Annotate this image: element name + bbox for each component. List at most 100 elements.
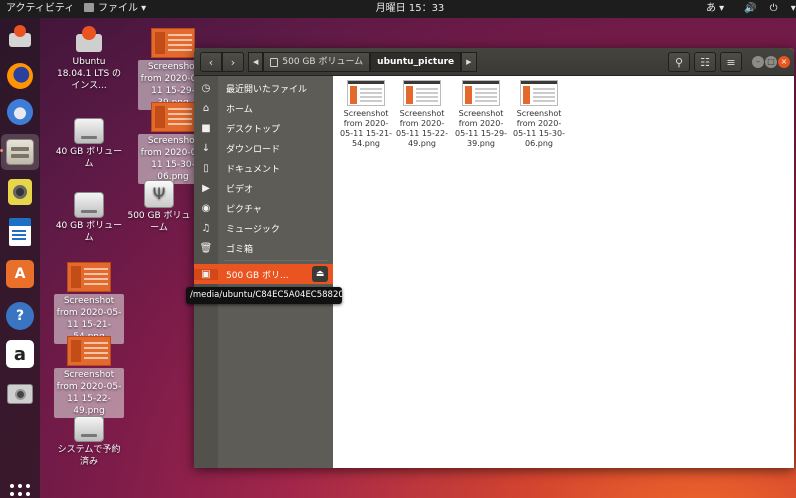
rhythmbox-icon[interactable] bbox=[6, 178, 34, 206]
folder-icon: ■ bbox=[201, 122, 211, 134]
search-icon: ⚲ bbox=[674, 55, 684, 69]
system-menu[interactable]: 🔊 ⏻ ▾ bbox=[744, 0, 796, 18]
back-button[interactable]: ‹ bbox=[200, 52, 222, 72]
drive-icon bbox=[270, 57, 279, 67]
file-item[interactable]: Screenshot from 2020-05-11 15-22-49.png bbox=[395, 80, 449, 149]
file-item[interactable]: Screenshot from 2020-05-11 15-21-54.png bbox=[339, 80, 393, 149]
hamburger-icon: ≡ bbox=[726, 55, 736, 69]
image-file-icon bbox=[151, 28, 195, 58]
image-thumbnail-icon bbox=[403, 80, 441, 106]
home-icon: ⌂ bbox=[202, 102, 210, 114]
desktop-icon-screenshot-1[interactable]: Screenshot from 2020-05-11 15-21-54.png bbox=[54, 262, 124, 344]
sidebar-item-label: デスクトップ bbox=[226, 124, 281, 135]
amazon-icon[interactable]: a bbox=[6, 340, 34, 368]
minimize-button[interactable]: – bbox=[752, 56, 764, 68]
clock[interactable]: 月曜日 15：33 bbox=[360, 0, 460, 18]
sidebar-item-music[interactable]: ♫ ミュージック bbox=[194, 218, 333, 238]
sidebar-item-label: ビデオ bbox=[226, 184, 254, 195]
file-name: Screenshot from 2020-05-11 15-22-49.png bbox=[396, 109, 448, 148]
maximize-icon: □ bbox=[767, 57, 775, 66]
desktop-icon-label: 500 GB ボリューム bbox=[127, 211, 191, 233]
path-scroll-left[interactable]: ◀ bbox=[248, 52, 264, 72]
sidebar-item-downloads[interactable]: ↓ ダウンロード bbox=[194, 138, 333, 158]
sidebar-item-pictures[interactable]: ◉ ピクチャ bbox=[194, 198, 333, 218]
path-bar: ◀ 500 GB ボリューム ubuntu_picture ▶ bbox=[248, 52, 477, 72]
sidebar-item-label: 最近開いたファイル bbox=[226, 84, 308, 95]
file-item[interactable]: Screenshot from 2020-05-11 15-29-39.png bbox=[454, 80, 508, 149]
files-window: ‹ › ◀ 500 GB ボリューム ubuntu_picture ▶ ⚲ ☷ … bbox=[194, 48, 794, 468]
sidebar-item-label: ドキュメント bbox=[226, 164, 281, 175]
close-icon: × bbox=[780, 57, 788, 66]
sidebar-item-trash[interactable]: 🗑 ゴミ箱 bbox=[194, 238, 333, 258]
document-icon: ▯ bbox=[203, 162, 209, 174]
usb-drive-icon: Ψ bbox=[144, 180, 174, 208]
desktop-icon-installer[interactable]: Ubuntu 18.04.1 LTS のインス... bbox=[54, 26, 124, 92]
image-thumbnail-icon bbox=[462, 80, 500, 106]
path-crumb-current[interactable]: ubuntu_picture bbox=[370, 52, 462, 72]
sidebar-item-label: ミュージック bbox=[226, 224, 280, 235]
desktop-icon-reserved[interactable]: システムで予約済み bbox=[54, 416, 124, 468]
app-menu[interactable]: ファイル ▾ bbox=[84, 0, 146, 18]
help-icon[interactable]: ? bbox=[6, 302, 34, 330]
sidebar-item-label: ゴミ箱 bbox=[226, 244, 254, 255]
file-view[interactable]: Screenshot from 2020-05-11 15-21-54.png … bbox=[333, 76, 794, 468]
file-name: Screenshot from 2020-05-11 15-30-06.png bbox=[513, 109, 565, 148]
camera-icon[interactable] bbox=[6, 380, 34, 408]
path-scroll-right[interactable]: ▶ bbox=[461, 52, 477, 72]
menu-button[interactable]: ≡ bbox=[720, 52, 742, 72]
installer-icon[interactable] bbox=[6, 22, 34, 50]
image-file-icon bbox=[67, 262, 111, 292]
desktop-icon-40gb-2[interactable]: 40 GB ボリューム bbox=[54, 192, 124, 244]
sidebar-separator bbox=[224, 260, 328, 261]
sidebar-item-label: ホーム bbox=[226, 104, 253, 115]
input-method-indicator[interactable]: あ ▾ bbox=[706, 0, 724, 18]
app-menu-label: ファイル ▾ bbox=[98, 3, 147, 14]
sidebar-item-videos[interactable]: ▶ ビデオ bbox=[194, 178, 333, 198]
sidebar-item-home[interactable]: ⌂ ホーム bbox=[194, 98, 333, 118]
desktop-icon-label: 40 GB ボリューム bbox=[55, 147, 123, 169]
software-center-icon[interactable]: A bbox=[6, 260, 34, 288]
desktop-icon-500gb[interactable]: Ψ 500 GB ボリューム bbox=[124, 180, 194, 234]
search-button[interactable]: ⚲ bbox=[668, 52, 690, 72]
desktop-icon-40gb-1[interactable]: 40 GB ボリューム bbox=[54, 118, 124, 170]
crumb-label: ubuntu_picture bbox=[377, 57, 455, 67]
activities-button[interactable]: アクティビティ bbox=[6, 0, 74, 18]
maximize-button[interactable]: □ bbox=[765, 56, 777, 68]
camera-icon: ◉ bbox=[201, 202, 211, 214]
sidebar-item-label: ピクチャ bbox=[226, 204, 262, 215]
eject-icon: ⏏ bbox=[315, 269, 325, 279]
chevron-left-icon: ‹ bbox=[208, 55, 214, 69]
app-grid-icon[interactable] bbox=[10, 484, 30, 498]
writer-icon[interactable] bbox=[6, 218, 34, 246]
mount-path-tooltip: /media/ubuntu/C84EC5A04EC58820 bbox=[186, 287, 342, 304]
eject-button[interactable]: ⏏ bbox=[312, 266, 328, 282]
download-icon: ↓ bbox=[201, 142, 211, 154]
view-options-button[interactable]: ☷ bbox=[694, 52, 716, 72]
chevron-right-icon: ▶ bbox=[466, 58, 472, 66]
sidebar-item-recent[interactable]: ◷ 最近開いたファイル bbox=[194, 78, 333, 98]
thunderbird-icon[interactable] bbox=[6, 98, 34, 126]
music-icon: ♫ bbox=[201, 222, 211, 234]
drive-icon bbox=[74, 192, 104, 218]
files-app-icon bbox=[84, 3, 94, 12]
desktop-icon-screenshot-2[interactable]: Screenshot from 2020-05-11 15-22-49.png bbox=[54, 336, 124, 418]
chevron-right-icon: › bbox=[230, 55, 236, 69]
drive-icon bbox=[74, 118, 104, 144]
sidebar-item-desktop[interactable]: ■ デスクトップ bbox=[194, 118, 333, 138]
files-icon[interactable] bbox=[1, 134, 39, 170]
sidebar-item-label: 500 GB ボリ... bbox=[226, 270, 289, 281]
firefox-icon[interactable] bbox=[6, 62, 34, 90]
top-bar: アクティビティ ファイル ▾ 月曜日 15：33 あ ▾ 🔊 ⏻ ▾ bbox=[0, 0, 796, 18]
close-button[interactable]: × bbox=[778, 56, 790, 68]
path-crumb-drive[interactable]: 500 GB ボリューム bbox=[263, 52, 371, 72]
header-bar: ‹ › ◀ 500 GB ボリューム ubuntu_picture ▶ ⚲ ☷ … bbox=[194, 48, 794, 76]
crumb-label: 500 GB ボリューム bbox=[282, 57, 364, 67]
forward-button[interactable]: › bbox=[222, 52, 244, 72]
desktop-icon-label: システムで予約済み bbox=[57, 445, 121, 467]
trash-icon: 🗑 bbox=[199, 242, 213, 254]
sidebar-item-documents[interactable]: ▯ ドキュメント bbox=[194, 158, 333, 178]
image-thumbnail-icon bbox=[347, 80, 385, 106]
file-item[interactable]: Screenshot from 2020-05-11 15-30-06.png bbox=[512, 80, 566, 149]
sidebar: ◷ 最近開いたファイル ⌂ ホーム ■ デスクトップ ↓ ダウンロード ▯ ドキュメント … bbox=[194, 76, 333, 468]
sidebar-item-500gb-volume[interactable]: ▣ 500 GB ボリ... ⏏ bbox=[194, 264, 333, 284]
